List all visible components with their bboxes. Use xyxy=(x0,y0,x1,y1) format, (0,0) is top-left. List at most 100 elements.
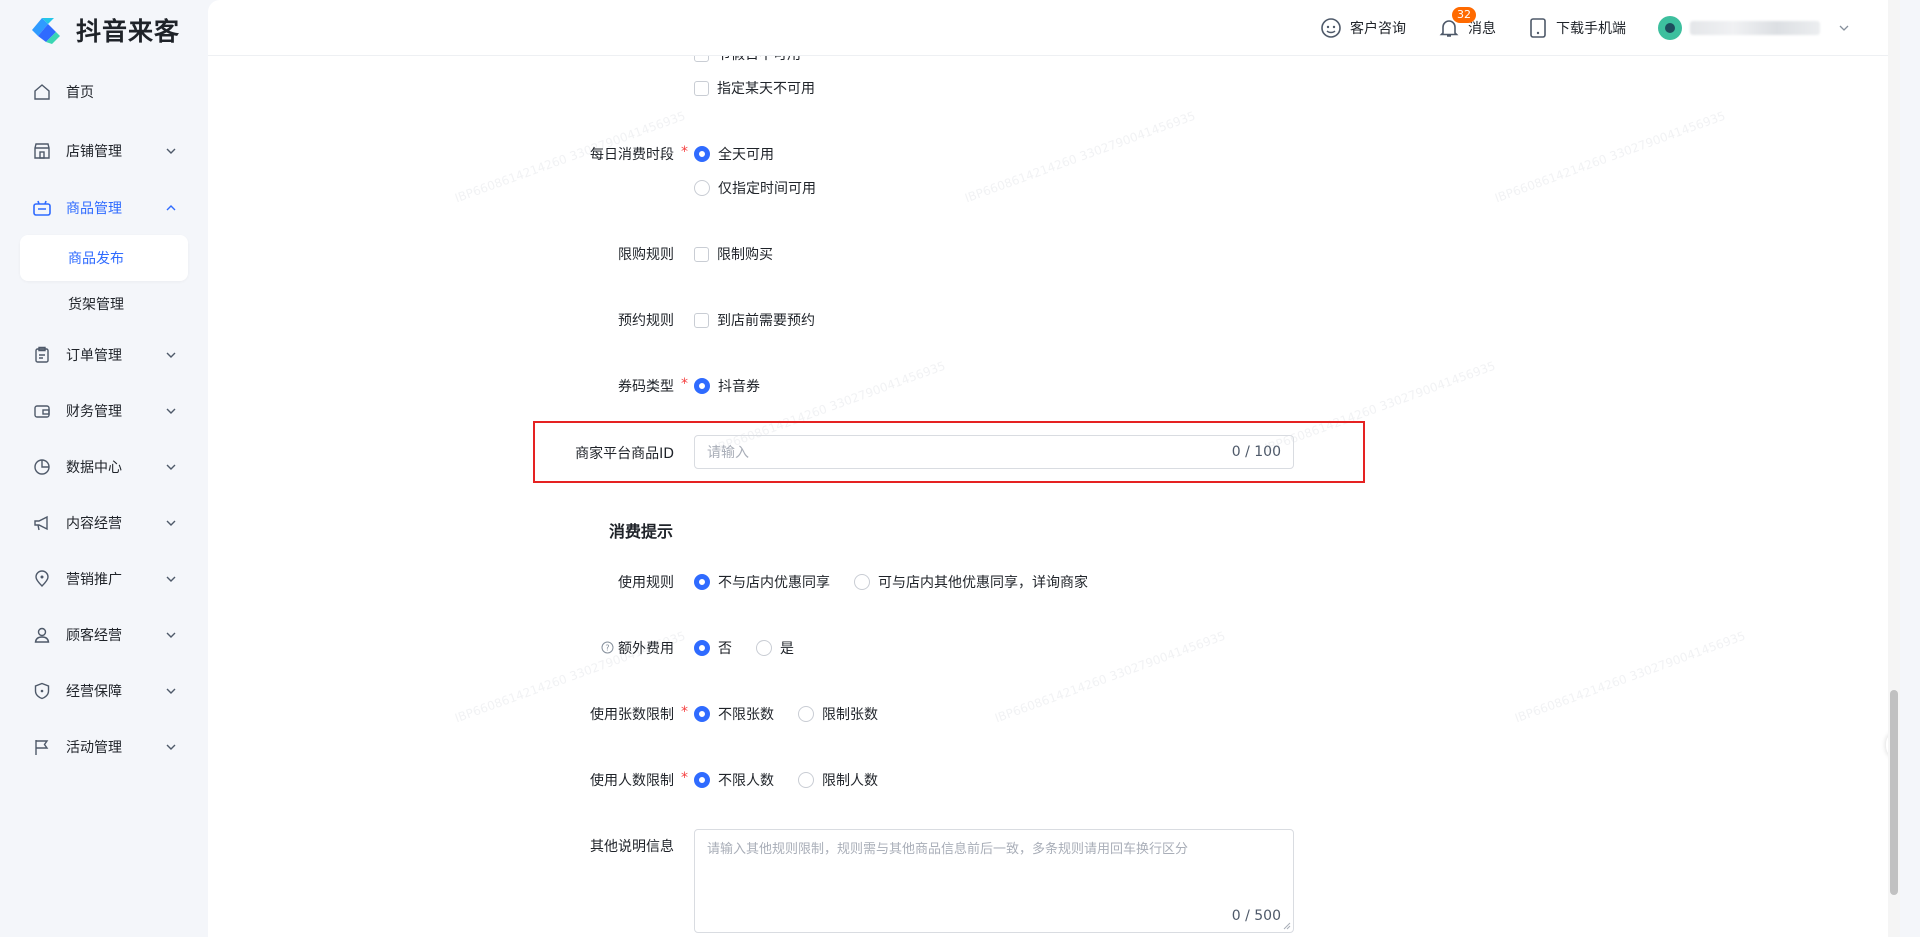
form-row-ticket-limit: 使用张数限制 * 不限张数 限制张数 xyxy=(208,704,1900,724)
main-content: 客户咨询 32 消息 下载手机端 IBP6608614214260 330279… xyxy=(208,0,1900,937)
chevron-down-icon xyxy=(166,520,176,526)
svg-text:?: ? xyxy=(605,644,609,653)
chevron-down-icon xyxy=(166,464,176,470)
radio-douyin-coupon[interactable]: 抖音券 xyxy=(694,376,760,396)
required-mark: * xyxy=(681,144,688,160)
checkbox[interactable] xyxy=(694,312,709,328)
radio-button[interactable] xyxy=(798,706,814,722)
checkbox[interactable] xyxy=(694,80,709,96)
goods-icon xyxy=(32,198,52,218)
radio-all-day[interactable]: 全天可用 xyxy=(694,144,774,164)
nav-label: 商品管理 xyxy=(66,201,122,217)
nav-goods[interactable]: 商品管理 xyxy=(20,188,188,228)
resize-handle-icon[interactable] xyxy=(1283,922,1291,930)
radio-button[interactable] xyxy=(694,378,710,394)
nav-label: 顾客经营 xyxy=(66,628,122,644)
purchase-limit-checkbox[interactable]: 限制购买 xyxy=(694,244,773,264)
radio-limited-people[interactable]: 限制人数 xyxy=(798,770,878,790)
merchant-id-input[interactable]: 请输入 0 / 100 xyxy=(694,435,1294,469)
radio-unlimited-people[interactable]: 不限人数 xyxy=(694,770,774,790)
user-menu[interactable] xyxy=(1658,15,1850,40)
radio-button[interactable] xyxy=(694,706,710,722)
nav-label: 营销推广 xyxy=(66,572,122,588)
message-count-badge: 32 xyxy=(1452,6,1476,23)
specific-day-option[interactable]: 指定某天不可用 xyxy=(694,78,815,98)
field-label: 券码类型 xyxy=(618,379,674,395)
form-row-reservation: 预约规则 到店前需要预约 xyxy=(208,310,1900,330)
download-app-button[interactable]: 下载手机端 xyxy=(1528,17,1626,39)
help-icon[interactable]: ? xyxy=(601,641,614,654)
mobile-phone-icon xyxy=(1530,17,1546,38)
radio-button[interactable] xyxy=(694,772,710,788)
radio-not-shared[interactable]: 不与店内优惠同享 xyxy=(694,572,830,592)
radio-button[interactable] xyxy=(694,574,710,590)
sub-nav-goods-publish[interactable]: 商品发布 xyxy=(20,235,188,281)
flag-icon xyxy=(32,737,52,757)
radio-no[interactable]: 否 xyxy=(694,638,732,658)
field-label: 使用人数限制 xyxy=(590,773,674,789)
required-mark: * xyxy=(681,376,688,392)
radio-specific-time[interactable]: 仅指定时间可用 xyxy=(694,178,816,198)
field-label: 预约规则 xyxy=(618,313,674,329)
nav-security[interactable]: 经营保障 xyxy=(20,671,188,711)
nav-activity[interactable]: 活动管理 xyxy=(20,727,188,767)
option-label: 全天可用 xyxy=(718,147,774,163)
option-label: 否 xyxy=(718,641,732,657)
customer-service-label: 客户咨询 xyxy=(1350,20,1406,37)
nav-marketing[interactable]: 营销推广 xyxy=(20,559,188,599)
radio-yes[interactable]: 是 xyxy=(756,638,794,658)
radio-unlimited-tickets[interactable]: 不限张数 xyxy=(694,704,774,724)
nav-order[interactable]: 订单管理 xyxy=(20,335,188,375)
radio-button[interactable] xyxy=(798,772,814,788)
app-name: 抖音来客 xyxy=(76,17,181,46)
field-label: 商家平台商品ID xyxy=(575,446,674,462)
radio-button[interactable] xyxy=(694,180,710,196)
nav-content[interactable]: 内容经营 xyxy=(20,503,188,543)
sub-nav-shelf[interactable]: 货架管理 xyxy=(20,281,188,327)
nav-store[interactable]: 店铺管理 xyxy=(20,131,188,171)
option-label: 是 xyxy=(780,641,794,657)
download-app-label: 下载手机端 xyxy=(1556,20,1626,37)
field-label: 其他说明信息 xyxy=(590,839,674,855)
sidebar: 抖音来客 首页 店铺管理 商品管理 商品发布 货架管理 订单管理 财务管理 数据… xyxy=(0,0,208,937)
form-row-daily-time-2: 仅指定时间可用 xyxy=(208,178,1900,198)
scrollbar-thumb[interactable] xyxy=(1890,690,1898,895)
chevron-down-icon xyxy=(166,148,176,154)
messages-button[interactable]: 32 消息 xyxy=(1438,6,1496,39)
nav-data[interactable]: 数据中心 xyxy=(20,447,188,487)
usage-rule-radios: 不与店内优惠同享 可与店内其他优惠同享，详询商家 xyxy=(694,572,1112,592)
sub-nav-label: 商品发布 xyxy=(68,251,124,267)
radio-button[interactable] xyxy=(694,146,710,162)
megaphone-icon xyxy=(32,513,52,533)
radio-limited-tickets[interactable]: 限制张数 xyxy=(798,704,878,724)
scrollbar[interactable] xyxy=(1888,0,1900,937)
sub-nav-label: 货架管理 xyxy=(68,297,124,313)
other-info-textarea[interactable]: 请输入其他规则限制，规则需与其他商品信息前后一致，多条规则请用回车换行区分 0 … xyxy=(694,829,1294,933)
field-label: 使用规则 xyxy=(618,575,674,591)
nav-label: 内容经营 xyxy=(66,516,122,532)
form-row-extra-fee: ? 额外费用 否 是 xyxy=(208,638,1900,658)
option-label: 限制人数 xyxy=(822,773,878,789)
nav-customer[interactable]: 顾客经营 xyxy=(20,615,188,655)
location-pin-icon xyxy=(32,569,52,589)
nav-home[interactable]: 首页 xyxy=(20,72,188,112)
nav-finance[interactable]: 财务管理 xyxy=(20,391,188,431)
user-name-redacted xyxy=(1690,20,1820,35)
chevron-down-icon xyxy=(166,632,176,638)
radio-button[interactable] xyxy=(694,640,710,656)
customer-service-button[interactable]: 客户咨询 xyxy=(1320,17,1406,39)
reservation-checkbox[interactable]: 到店前需要预约 xyxy=(694,310,815,330)
app-logo[interactable]: 抖音来客 xyxy=(26,12,180,48)
char-counter: 0 / 100 xyxy=(1231,444,1281,460)
radio-button[interactable] xyxy=(854,574,870,590)
chevron-down-icon xyxy=(166,408,176,414)
radio-button[interactable] xyxy=(756,640,772,656)
radio-shared[interactable]: 可与店内其他优惠同享，详询商家 xyxy=(854,572,1088,592)
chevron-down-icon xyxy=(166,576,176,582)
checkbox[interactable] xyxy=(694,246,709,262)
nav-label: 店铺管理 xyxy=(66,144,122,160)
nav-label: 活动管理 xyxy=(66,740,122,756)
ticket-limit-radios: 不限张数 限制张数 xyxy=(694,704,902,724)
people-limit-radios: 不限人数 限制人数 xyxy=(694,770,902,790)
input-placeholder: 请输入 xyxy=(707,445,749,461)
